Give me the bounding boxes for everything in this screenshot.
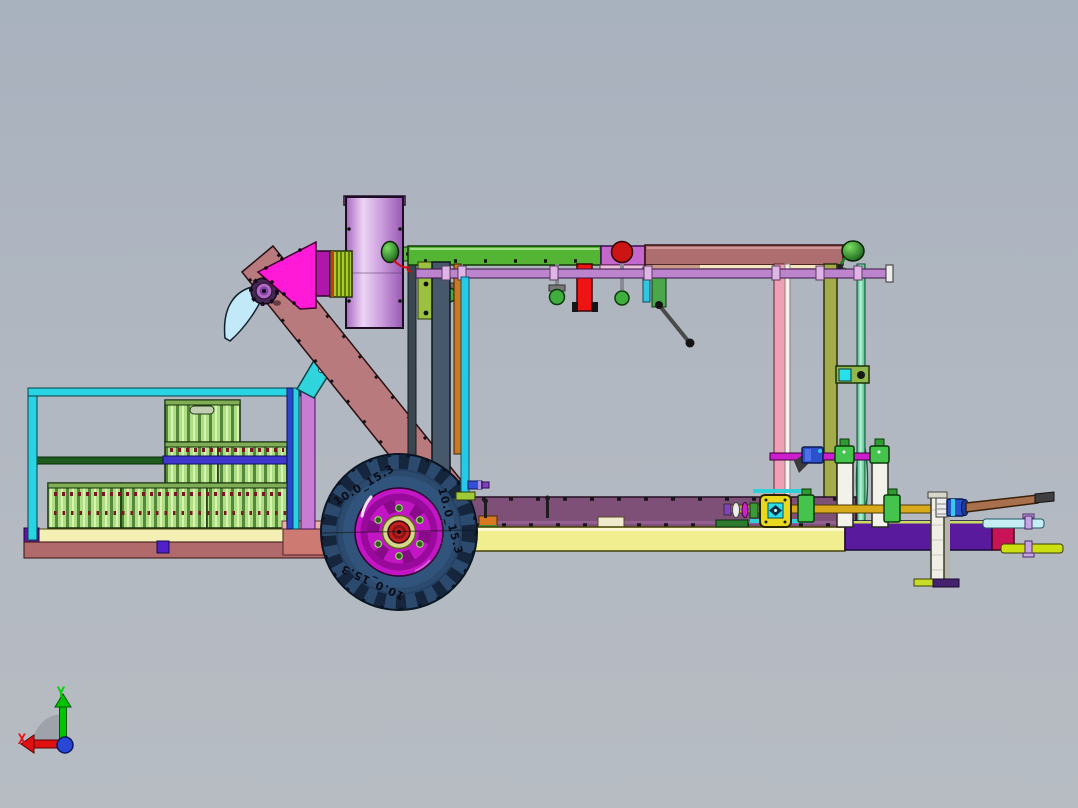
tension-rod-end (685, 338, 695, 348)
platform-clip (156, 540, 170, 554)
rear-rail-green (32, 456, 166, 465)
crate (47, 482, 122, 529)
motor-dome-icon (380, 240, 400, 264)
hitch-plate-cyan (982, 518, 1045, 529)
rail-indigo (162, 455, 299, 465)
post-cyan-foot (455, 491, 476, 501)
gearbox-foot (715, 519, 749, 528)
drawbar-purple (844, 520, 993, 551)
cad-viewport[interactable]: Y X 10.0_15.3 10.0_15.3 10.0_15.3 (0, 0, 1078, 808)
deck-pin-head (483, 498, 488, 504)
viewport-background (0, 0, 1078, 808)
cage-post-left (27, 388, 38, 541)
post-red-cap (572, 302, 578, 312)
drawbar-top-line (845, 521, 992, 524)
platform-deck-cream (29, 528, 312, 543)
deck-pin (484, 502, 487, 518)
x-axis-arrow (32, 739, 61, 749)
top-frame[interactable] (407, 240, 865, 272)
deck-pin (546, 499, 549, 518)
crate (120, 482, 208, 529)
x-axis-label: X (18, 732, 27, 748)
deck-pin-head (545, 495, 550, 501)
plate-bolt (423, 310, 429, 316)
stub-band (478, 481, 481, 489)
roller-wheel (614, 290, 630, 306)
pto-shaft-tip (1034, 491, 1055, 504)
motor-port (818, 449, 822, 453)
crate-handle-hole (189, 405, 215, 415)
feed-red-band (331, 251, 334, 297)
sensor-hole (857, 371, 865, 379)
jack-top-cap (927, 491, 948, 499)
sensor-window (838, 368, 852, 382)
plate-hole (273, 300, 281, 306)
pto-joint-band (951, 499, 955, 516)
wheel-assembly[interactable]: 10.0_15.3 10.0_15.3 10.0_15.3 (320, 453, 478, 611)
motor-highlight (805, 449, 811, 461)
feed-cylinder-purple (314, 250, 331, 297)
cage-rail-top (27, 387, 301, 397)
post-orchid (300, 391, 316, 530)
cylinder-white (836, 460, 854, 528)
post-cyan-small (460, 276, 470, 495)
gearbox (759, 494, 792, 528)
y-axis-label: Y (57, 685, 66, 701)
post-red-cap (592, 302, 598, 312)
cage-post-right-cyan (292, 387, 300, 530)
z-axis-dot (56, 736, 74, 754)
tail-lamp-icon (841, 240, 865, 262)
post-olive (823, 263, 838, 528)
y-axis-arrow (59, 705, 67, 741)
drive-pulley-red (610, 240, 634, 264)
crate (206, 482, 291, 529)
post-graphite (407, 261, 417, 473)
post-orange (453, 263, 462, 455)
rod-end-cap (885, 264, 894, 283)
cage-post-right-blue (286, 387, 294, 530)
post-teal (856, 263, 866, 522)
deck-block-cream (597, 516, 625, 528)
tension-rod-end (655, 301, 663, 309)
plate-bolt (423, 281, 429, 287)
jack-foot (932, 578, 960, 588)
stub-tip (481, 481, 490, 489)
roller-wheel (548, 288, 566, 306)
